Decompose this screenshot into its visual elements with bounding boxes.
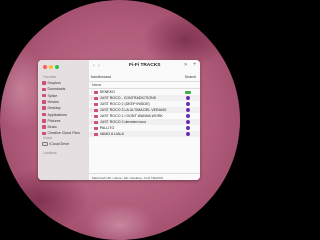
add-tab-button[interactable]: + [193,62,197,68]
creative-cloud-icon [42,131,46,136]
sidebar-item-splice[interactable]: Splice [42,93,88,99]
more-chevron-icon[interactable]: » [184,62,187,68]
sidebar-item-label: iCloud Drive [49,142,70,146]
pictures-icon [42,119,46,123]
file-name: JUST ROCO - CONTRADICTIONS [99,96,157,100]
sidebar-item-label: Pictures [47,118,61,123]
folder-icon [94,120,98,124]
color-tag [186,96,190,100]
path-bar: Macintosh HD › Users › feli › Desktop › … [89,173,200,180]
applications-icon [42,112,46,117]
folder-icon [94,90,98,94]
name-column-label: Name [92,83,102,87]
music-icon [42,125,46,129]
file-name: JUST ROCO 2 (DEEP INSIDE) [99,102,150,106]
minimize-button[interactable] [49,65,53,69]
sidebar-item-label: Downloads [47,87,66,92]
tab-bar: bandforward Search [89,74,200,82]
toolbar: ‹ › Fi-Fi TRACKS » + [89,60,200,74]
color-tag [186,120,190,124]
tab-bandforward[interactable]: bandforward [91,75,111,79]
window-controls [43,65,59,69]
back-forward-buttons[interactable]: ‹ › [93,63,101,69]
file-name: SENEKO [99,90,115,94]
background-disc: Favorites Dropbox Downloads Splice Movies De… [0,0,240,240]
folder-icon [94,114,98,118]
sidebar-item-movies[interactable]: Movies [42,99,88,105]
table-row[interactable]: › VAMO A LIALA [89,131,200,137]
sidebar-item-label: Movies [47,99,59,104]
folder-icon [94,108,98,112]
column-header[interactable]: Name [89,82,200,89]
dropbox-icon [42,81,46,85]
downloads-icon [42,87,46,92]
icloud-heading: iCloud [43,136,53,140]
folder-icon [94,126,98,130]
sidebar-item-applications[interactable]: Applications [42,112,88,118]
color-tag [185,90,191,94]
file-name: PALLITO [99,126,115,130]
sidebar-item-dropbox[interactable]: Dropbox [42,80,88,86]
sidebar: Favorites Dropbox Downloads Splice Movies De… [38,60,90,180]
color-tag [186,114,190,118]
desktop-icon [42,106,46,110]
favorites-heading: Favorites [43,75,57,79]
sidebar-item-downloads[interactable]: Downloads [42,86,88,92]
file-name: JUST ROCO 3 LA ULTIMA DEL VERANO [99,108,167,112]
window-title: Fi-Fi TRACKS [129,63,161,68]
folder-icon [94,132,98,136]
sidebar-item-label: Music [47,125,57,130]
sidebar-item-label: Dropbox [47,81,62,85]
color-tag [186,108,190,112]
path-text[interactable]: Macintosh HD › Users › feli › Desktop › … [92,176,163,180]
file-name: JUST ROCO 2 demdem loco [99,120,147,124]
file-list: › SENEKO › JUST ROCO - CONTRADICTIONS › JUST … [89,89,200,137]
movies-icon [42,100,46,104]
splice-icon [42,93,46,98]
file-name: VAMO A LIALA [99,132,124,136]
sidebar-item-label: Applications [47,112,67,117]
color-tag [186,126,190,130]
icloud-drive-icon [42,141,48,147]
tab-search[interactable]: Search [185,75,196,79]
file-browser: ‹ › Fi-Fi TRACKS » + bandforward Search … [89,60,200,180]
zoom-button[interactable] [55,65,59,69]
sidebar-item-label: Splice [47,93,58,98]
sidebar-item-desktop[interactable]: Desktop [42,105,88,111]
sidebar-item-pictures[interactable]: Pictures [42,118,88,124]
sidebar-item-label: Creative Cloud Files [47,131,80,136]
color-tag [186,102,190,106]
folder-icon [94,96,98,100]
folder-icon [94,102,98,106]
finder-window: Favorites Dropbox Downloads Splice Movies De… [38,60,200,180]
close-button[interactable] [43,65,47,69]
color-tag [186,132,190,136]
sidebar-item-music[interactable]: Music [42,124,88,130]
locations-heading: Locations [43,151,57,155]
sidebar-item-label: Desktop [47,106,61,111]
sidebar-item-icloud-drive[interactable]: iCloud Drive [42,141,88,147]
file-name: JUST ROCO 1 I DONT WANNA WORK [99,114,163,118]
